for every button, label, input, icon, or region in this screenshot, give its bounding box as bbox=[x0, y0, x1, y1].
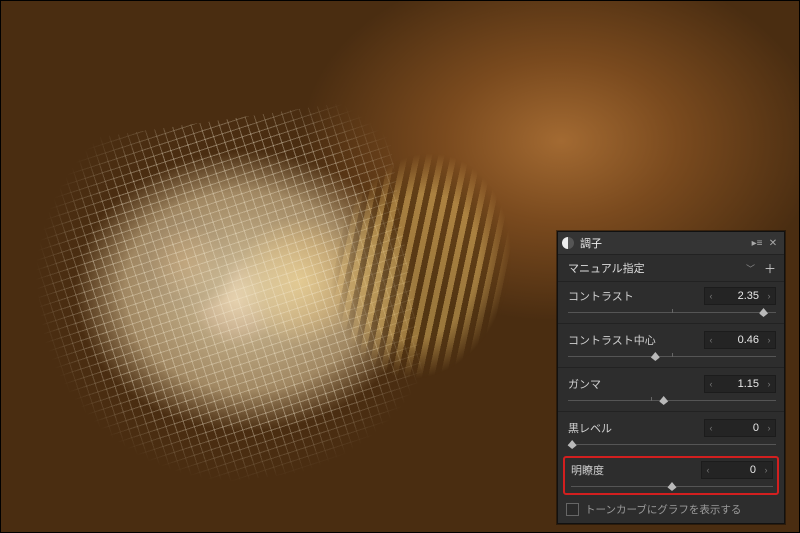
tone-curve-graph-checkbox[interactable] bbox=[566, 503, 579, 516]
contrast-center-spinner[interactable]: ‹ 0.46 › bbox=[704, 331, 776, 349]
tone-panel-header[interactable]: 調子 ▸≡ ✕ bbox=[558, 232, 784, 255]
panel-close-icon[interactable]: ✕ bbox=[766, 238, 780, 249]
panel-menu-icon[interactable]: ▸≡ bbox=[750, 238, 764, 249]
spinner-right-icon[interactable]: › bbox=[763, 335, 775, 345]
divider bbox=[558, 411, 784, 412]
tone-mode-dropdown[interactable]: マニュアル指定 bbox=[568, 260, 743, 276]
clarity-highlight-box: 明瞭度 ‹ 0 › bbox=[563, 456, 779, 495]
tone-mode-row: マニュアル指定 ﹀ ＋ bbox=[558, 255, 784, 282]
spinner-left-icon[interactable]: ‹ bbox=[705, 379, 717, 389]
black-level-value: 0 bbox=[717, 422, 763, 434]
contrast-center-slider[interactable] bbox=[568, 351, 776, 363]
black-level-slider[interactable] bbox=[568, 439, 776, 451]
contrast-value: 2.35 bbox=[717, 290, 763, 302]
clarity-slider[interactable] bbox=[571, 481, 773, 493]
tone-curve-graph-label: トーンカーブにグラフを表示する bbox=[585, 502, 741, 517]
contrast-block: コントラスト ‹ 2.35 › bbox=[558, 282, 784, 321]
spinner-left-icon[interactable]: ‹ bbox=[705, 423, 717, 433]
slider-track bbox=[568, 400, 776, 401]
slider-default-notch bbox=[651, 397, 652, 401]
contrast-label: コントラスト bbox=[568, 288, 704, 304]
spinner-right-icon[interactable]: › bbox=[763, 291, 775, 301]
gamma-label: ガンマ bbox=[568, 376, 704, 392]
spinner-right-icon[interactable]: › bbox=[760, 465, 772, 475]
add-preset-button[interactable]: ＋ bbox=[762, 260, 778, 276]
tone-curve-graph-row[interactable]: トーンカーブにグラフを表示する bbox=[558, 498, 784, 523]
slider-default-notch bbox=[672, 309, 673, 313]
spinner-right-icon[interactable]: › bbox=[763, 379, 775, 389]
slider-thumb[interactable] bbox=[759, 308, 768, 317]
gamma-slider[interactable] bbox=[568, 395, 776, 407]
black-level-spinner[interactable]: ‹ 0 › bbox=[704, 419, 776, 437]
spinner-right-icon[interactable]: › bbox=[763, 423, 775, 433]
slider-thumb[interactable] bbox=[651, 352, 660, 361]
contrast-center-block: コントラスト中心 ‹ 0.46 › bbox=[558, 326, 784, 365]
spinner-left-icon[interactable]: ‹ bbox=[705, 335, 717, 345]
divider bbox=[558, 323, 784, 324]
tone-panel: 調子 ▸≡ ✕ マニュアル指定 ﹀ ＋ コントラスト ‹ 2.35 › bbox=[557, 231, 785, 524]
spinner-left-icon[interactable]: ‹ bbox=[702, 465, 714, 475]
slider-default-notch bbox=[672, 353, 673, 357]
gamma-block: ガンマ ‹ 1.15 › bbox=[558, 370, 784, 409]
clarity-spinner[interactable]: ‹ 0 › bbox=[701, 461, 773, 479]
slider-track bbox=[568, 444, 776, 445]
gamma-value: 1.15 bbox=[717, 378, 763, 390]
clarity-label: 明瞭度 bbox=[571, 462, 701, 478]
spinner-left-icon[interactable]: ‹ bbox=[705, 291, 717, 301]
black-level-block: 黒レベル ‹ 0 › bbox=[558, 414, 784, 453]
tone-panel-title: 調子 bbox=[580, 235, 748, 251]
tone-mode-value: マニュアル指定 bbox=[568, 260, 645, 276]
contrast-slider[interactable] bbox=[568, 307, 776, 319]
chevron-down-icon[interactable]: ﹀ bbox=[743, 262, 758, 275]
slider-thumb[interactable] bbox=[659, 396, 668, 405]
slider-thumb[interactable] bbox=[668, 482, 677, 491]
gamma-spinner[interactable]: ‹ 1.15 › bbox=[704, 375, 776, 393]
app-viewport: 調子 ▸≡ ✕ マニュアル指定 ﹀ ＋ コントラスト ‹ 2.35 › bbox=[0, 0, 800, 533]
tone-icon bbox=[562, 237, 574, 249]
divider bbox=[558, 367, 784, 368]
contrast-center-value: 0.46 bbox=[717, 334, 763, 346]
contrast-spinner[interactable]: ‹ 2.35 › bbox=[704, 287, 776, 305]
slider-thumb[interactable] bbox=[568, 440, 577, 449]
clarity-value: 0 bbox=[714, 464, 760, 476]
contrast-center-label: コントラスト中心 bbox=[568, 332, 704, 348]
black-level-label: 黒レベル bbox=[568, 420, 704, 436]
